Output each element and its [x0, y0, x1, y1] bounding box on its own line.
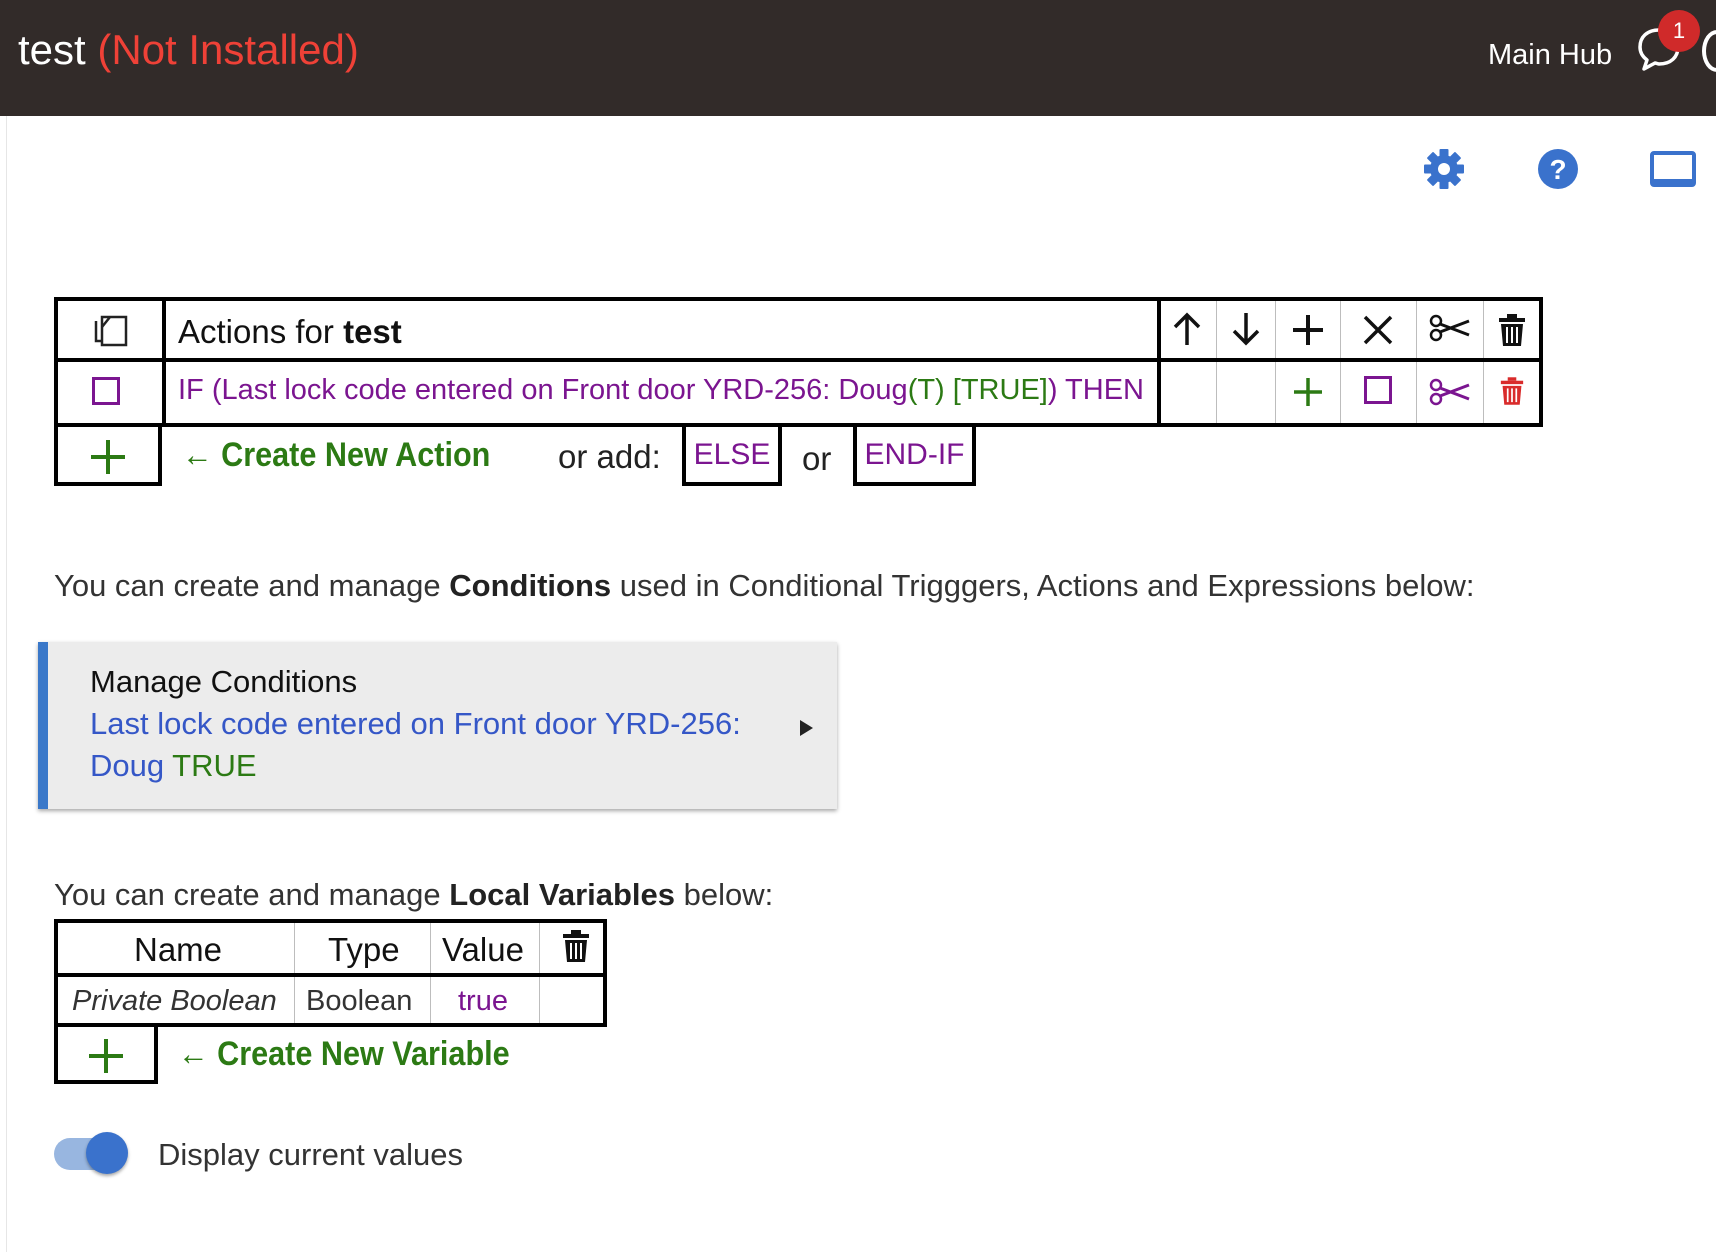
- divider: [1275, 301, 1276, 423]
- arrow-left-icon: ←: [178, 1035, 209, 1073]
- row-plus-icon[interactable]: [1293, 377, 1323, 407]
- trash-icon[interactable]: [1498, 313, 1526, 347]
- toggle-knob[interactable]: [86, 1132, 128, 1174]
- divider: [1216, 301, 1217, 423]
- expand-arrow-icon[interactable]: [800, 720, 813, 736]
- plus-icon: [89, 1039, 123, 1073]
- gear-icon[interactable]: [1423, 148, 1465, 190]
- scissors-icon[interactable]: [1429, 313, 1471, 343]
- variables-info-suffix: below:: [683, 877, 774, 912]
- conditions-info-bold: Conditions: [449, 568, 612, 603]
- divider: [1483, 301, 1484, 423]
- action-condition-flag: (T): [907, 374, 945, 406]
- display-icon[interactable]: [1650, 151, 1696, 189]
- create-new-variable-link[interactable]: ← Create New Variable: [178, 1035, 510, 1074]
- row-trash-icon[interactable]: [1500, 375, 1524, 407]
- display-values-label: Display current values: [158, 1137, 463, 1172]
- actions-table: Actions for test IF (Last lock code ente…: [54, 297, 1543, 427]
- row-checkbox-icon[interactable]: [1364, 376, 1392, 404]
- card-title: Manage Conditions: [90, 664, 358, 699]
- row-select-checkbox[interactable]: [92, 377, 120, 405]
- or-add-label: or add:: [558, 438, 661, 475]
- create-new-action-label: Create New Action: [221, 436, 491, 474]
- variables-table: Name Type Value Private Boolean Boolean …: [54, 919, 607, 1027]
- trash-icon[interactable]: [562, 929, 590, 963]
- condition-line: Last lock code entered on Front door YRD…: [90, 706, 741, 741]
- app-name: test: [18, 26, 86, 73]
- arrow-down-icon[interactable]: [1229, 311, 1263, 347]
- variable-value: true: [458, 985, 508, 1017]
- conditions-info: You can create and manage Conditions use…: [54, 568, 1474, 604]
- top-bar: test (Not Installed) Main Hub 1: [0, 0, 1716, 116]
- condition-line-2: Doug TRUE: [90, 748, 257, 784]
- action-row-text[interactable]: IF (Last lock code entered on Front door…: [178, 374, 1144, 407]
- arrow-up-icon[interactable]: [1170, 311, 1204, 347]
- help-icon[interactable]: ?: [1537, 148, 1579, 190]
- column-header-name: Name: [134, 931, 223, 968]
- page-title: test (Not Installed): [18, 26, 359, 74]
- svg-text:?: ?: [1549, 154, 1566, 185]
- notification-badge[interactable]: 1: [1658, 10, 1700, 52]
- column-header-value: Value: [442, 931, 524, 968]
- actions-title: Actions for test: [178, 313, 402, 351]
- arrow-left-icon: ←: [182, 436, 213, 474]
- action-then-text: ) THEN: [1047, 374, 1144, 406]
- variable-name[interactable]: Private Boolean: [72, 985, 277, 1018]
- conditions-info-suffix: used in Conditional Trigggers, Actions a…: [619, 568, 1475, 603]
- close-icon[interactable]: [1361, 313, 1395, 347]
- partial-icon[interactable]: [1702, 30, 1716, 72]
- divider: [162, 301, 166, 423]
- actions-title-prefix: Actions for: [178, 313, 334, 350]
- install-status: (Not Installed): [97, 26, 359, 73]
- divider: [1340, 301, 1341, 423]
- endif-button[interactable]: END-IF: [853, 423, 976, 486]
- hub-name[interactable]: Main Hub: [1488, 39, 1612, 72]
- divider: [58, 358, 1539, 362]
- condition-value: TRUE: [172, 748, 257, 783]
- add-variable-button[interactable]: [54, 1023, 158, 1084]
- action-condition-text: IF (Last lock code entered on Front door…: [178, 374, 908, 406]
- actions-title-name: test: [343, 313, 402, 350]
- display-values-toggle[interactable]: [54, 1132, 128, 1174]
- manage-conditions-card[interactable]: Manage Conditions Last lock code entered…: [38, 642, 837, 809]
- condition-name: Doug: [90, 748, 165, 783]
- row-scissors-icon[interactable]: [1429, 377, 1471, 407]
- variables-info-bold: Local Variables: [449, 877, 676, 912]
- variables-info: You can create and manage Local Variable…: [54, 877, 773, 913]
- plus-icon: [91, 440, 125, 474]
- or-label: or: [802, 440, 832, 477]
- divider: [58, 973, 603, 977]
- else-button[interactable]: ELSE: [682, 423, 782, 486]
- plus-icon[interactable]: [1291, 313, 1325, 347]
- conditions-info-prefix: You can create and manage: [54, 568, 441, 603]
- variable-type: Boolean: [306, 985, 413, 1017]
- column-header-type: Type: [328, 931, 400, 968]
- action-condition-state: [TRUE]: [952, 374, 1048, 406]
- add-action-button[interactable]: [54, 423, 162, 486]
- divider: [1416, 301, 1417, 423]
- divider: [1157, 301, 1161, 423]
- create-new-variable-label: Create New Variable: [217, 1035, 510, 1073]
- variables-info-prefix: You can create and manage: [54, 877, 441, 912]
- create-new-action-link[interactable]: ← Create New Action: [182, 436, 490, 475]
- copy-icon[interactable]: [92, 311, 130, 349]
